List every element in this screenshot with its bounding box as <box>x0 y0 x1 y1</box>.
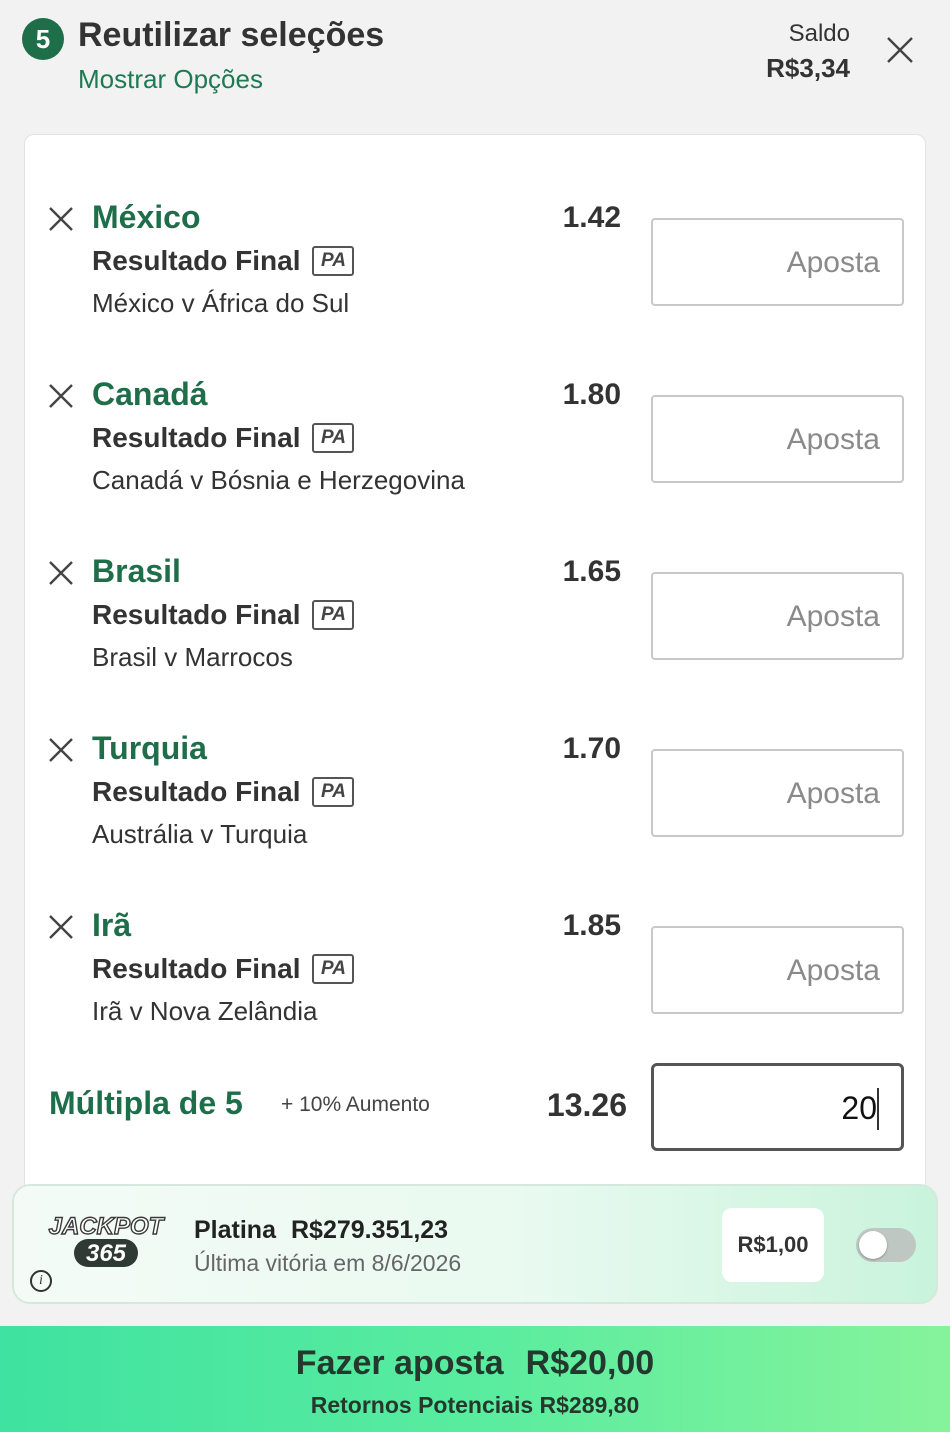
page-title: Reutilizar seleções <box>78 16 385 54</box>
remove-selection-icon[interactable] <box>47 205 75 233</box>
toggle-knob <box>859 1231 887 1259</box>
market-label: Resultado Final <box>92 953 301 984</box>
stake-input[interactable]: Aposta <box>651 395 904 483</box>
selection-team: Brasil <box>92 553 181 589</box>
stake-input[interactable]: Aposta <box>651 926 904 1014</box>
place-bet-label: Fazer aposta <box>295 1344 504 1382</box>
stake-input[interactable]: Aposta <box>651 749 904 837</box>
multiple-odds: 13.26 <box>546 1087 627 1123</box>
selection-team: México <box>92 199 201 235</box>
balance-label: Saldo <box>788 20 850 47</box>
selection-row: Turquia Resultado Final PA Austrália v Tu… <box>25 706 927 883</box>
pa-badge: PA <box>312 600 355 630</box>
stake-placeholder: Aposta <box>786 954 880 987</box>
jackpot-tier: Platina <box>194 1216 276 1244</box>
place-bet-button[interactable]: Fazer aposta R$20,00 Retornos Potenciais … <box>0 1326 950 1432</box>
selection-market: Resultado Final PA <box>92 422 355 454</box>
stake-placeholder: Aposta <box>786 423 880 456</box>
text-caret <box>877 1088 879 1130</box>
selection-odds: 1.70 <box>562 732 621 765</box>
jackpot-logo: JACKPOT 365 <box>48 1212 166 1267</box>
selection-row: Irã Resultado Final PA Irã v Nova Zelândi… <box>25 883 927 1060</box>
stake-placeholder: Aposta <box>786 246 880 279</box>
selection-market: Resultado Final PA <box>92 953 355 985</box>
jackpot-last-win: Última vitória em 8/6/2026 <box>194 1250 462 1276</box>
jackpot-logo-top: JACKPOT <box>49 1213 166 1240</box>
jackpot-toggle[interactable] <box>856 1228 916 1262</box>
selection-odds: 1.85 <box>562 909 621 942</box>
jackpot-logo-bottom: 365 <box>86 1240 127 1267</box>
selection-row: México Resultado Final PA México v África… <box>25 175 927 352</box>
market-label: Resultado Final <box>92 245 301 276</box>
multiple-bet-row: Múltipla de 5 + 10% Aumento 13.26 20 <box>25 1061 927 1161</box>
place-bet-title: Fazer aposta R$20,00 <box>0 1344 950 1383</box>
pa-badge: PA <box>312 954 355 984</box>
selection-team: Turquia <box>92 730 207 766</box>
remove-selection-icon[interactable] <box>47 913 75 941</box>
selection-team: Canadá <box>92 376 208 412</box>
selection-row: Brasil Resultado Final PA Brasil v Marroc… <box>25 529 927 706</box>
selection-market: Resultado Final PA <box>92 599 355 631</box>
remove-selection-icon[interactable] <box>47 382 75 410</box>
selection-event: Canadá v Bósnia e Herzegovina <box>92 465 465 495</box>
potential-returns: Retornos Potenciais R$289,80 <box>310 1392 640 1418</box>
selection-odds: 1.42 <box>562 201 621 234</box>
selection-event: Austrália v Turquia <box>92 819 308 849</box>
selections-card: México Resultado Final PA México v África… <box>24 134 926 1194</box>
info-icon[interactable]: i <box>30 1270 52 1292</box>
close-icon[interactable] <box>884 34 916 66</box>
multiple-label: Múltipla de 5 <box>49 1085 243 1121</box>
selection-odds: 1.65 <box>562 555 621 588</box>
show-options-link[interactable]: Mostrar Opções <box>78 64 263 95</box>
market-label: Resultado Final <box>92 776 301 807</box>
selection-market: Resultado Final PA <box>92 245 355 277</box>
jackpot-price: R$1,00 <box>722 1208 824 1282</box>
pa-badge: PA <box>312 777 355 807</box>
selection-event: México v África do Sul <box>92 288 350 318</box>
jackpot-amount: R$279.351,23 <box>291 1216 449 1244</box>
selection-odds: 1.80 <box>562 378 621 411</box>
stake-placeholder: Aposta <box>786 600 880 633</box>
stake-input[interactable]: Aposta <box>651 572 904 660</box>
selection-event: Irã v Nova Zelândia <box>92 996 318 1026</box>
pa-badge: PA <box>312 423 355 453</box>
selection-market: Resultado Final PA <box>92 776 355 808</box>
place-bet-amount: R$20,00 <box>525 1344 655 1382</box>
remove-selection-icon[interactable] <box>47 736 75 764</box>
pa-badge: PA <box>312 246 355 276</box>
bet-slip-header: 5 Reutilizar seleções Mostrar Opções Sal… <box>0 0 950 120</box>
selection-row: Canadá Resultado Final PA Canadá v Bósnia… <box>25 352 927 529</box>
balance-value: R$3,34 <box>766 53 850 83</box>
selection-count-badge: 5 <box>22 18 64 60</box>
selection-event: Brasil v Marrocos <box>92 642 293 672</box>
remove-selection-icon[interactable] <box>47 559 75 587</box>
selection-team: Irã <box>92 907 132 943</box>
stake-input[interactable]: Aposta <box>651 218 904 306</box>
jackpot-banner: JACKPOT 365 i Platina R$279.351,23 Últim… <box>12 1184 938 1304</box>
stake-placeholder: Aposta <box>786 777 880 810</box>
multiple-stake-value: 20 <box>841 1090 877 1126</box>
boost-label: + 10% Aumento <box>281 1093 430 1116</box>
market-label: Resultado Final <box>92 422 301 453</box>
multiple-stake-input[interactable]: 20 <box>651 1063 904 1151</box>
market-label: Resultado Final <box>92 599 301 630</box>
